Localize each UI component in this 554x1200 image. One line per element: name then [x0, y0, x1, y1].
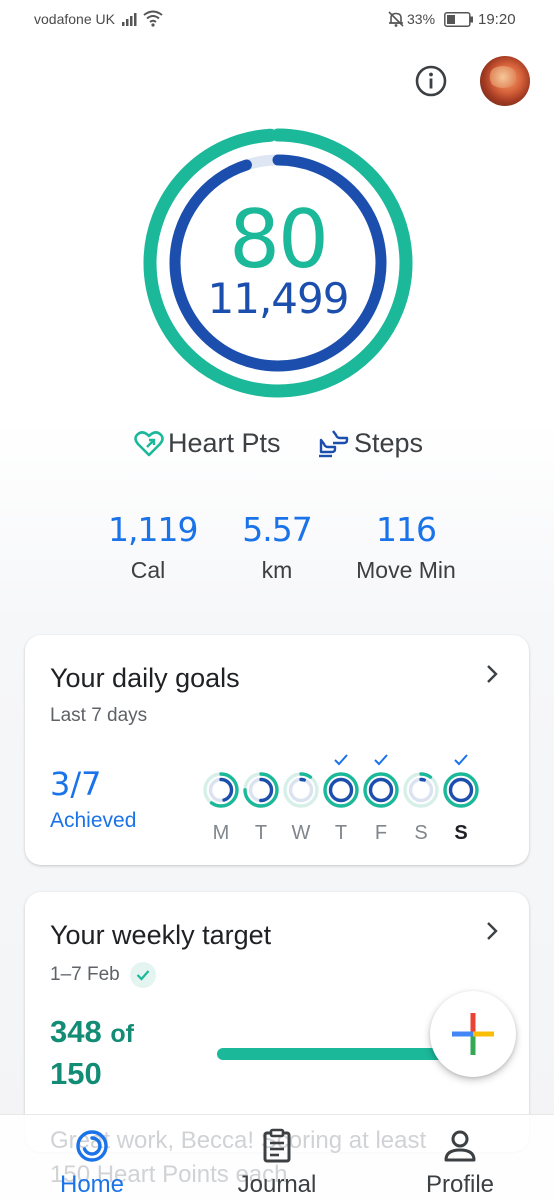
day-goal-ring	[243, 772, 279, 808]
add-activity-button[interactable]	[430, 991, 516, 1077]
nav-label: Journal	[237, 1171, 317, 1198]
goal-day: W	[281, 753, 321, 845]
info-icon[interactable]	[414, 64, 448, 98]
steps-value: 11,499	[207, 274, 350, 323]
goal-day: M	[201, 753, 241, 845]
plus-icon	[452, 1013, 494, 1055]
stat-value: 1,119	[108, 510, 198, 549]
daily-goals-card[interactable]: Your daily goals Last 7 days 3/7 Achieve…	[25, 635, 529, 865]
check-icon	[441, 753, 481, 771]
nav-journal[interactable]: Journal	[217, 1128, 337, 1199]
stat-value: 5.57	[242, 510, 312, 549]
goal-day: S	[401, 753, 441, 845]
weekly-progress-value: 348	[50, 1014, 102, 1049]
day-goal-ring	[443, 772, 479, 808]
card-title: Your weekly target	[50, 920, 272, 950]
legend-label: Heart Pts	[168, 428, 281, 458]
day-letter: T	[254, 822, 268, 844]
day-check-placeholder	[401, 753, 441, 771]
chevron-right-icon[interactable]	[485, 920, 499, 942]
carrier-name: vodafone UK	[34, 11, 115, 27]
nav-home[interactable]: Home	[32, 1128, 152, 1199]
day-goal-ring	[403, 772, 439, 808]
battery-percent: 33%	[407, 11, 436, 27]
status-bar: vodafone UK 33% 19:20	[0, 0, 554, 40]
battery-icon	[444, 12, 473, 27]
legend-steps[interactable]: Steps	[318, 428, 423, 459]
goal-day: F	[361, 753, 401, 845]
day-letter: S	[454, 822, 468, 844]
day-goal-ring	[203, 772, 239, 808]
day-check-placeholder	[281, 753, 321, 771]
legend-label: Steps	[354, 428, 424, 458]
day-letter: S	[414, 822, 428, 844]
chevron-right-icon[interactable]	[485, 663, 499, 685]
stat-value: 116	[376, 510, 437, 549]
day-check-placeholder	[201, 753, 241, 771]
weekly-progress-bar	[217, 1048, 447, 1060]
heart-points-value: 80	[229, 193, 329, 286]
day-letter: W	[291, 822, 311, 844]
week-date-range: 1–7 Feb	[50, 962, 156, 988]
day-goal-ring	[283, 772, 319, 808]
stat-label: km	[261, 557, 293, 583]
day-letter: M	[212, 822, 230, 844]
goals-achieved-label: Achieved	[50, 809, 137, 832]
stat-move-minutes: 116 Move Min	[340, 510, 472, 584]
stat-label: Cal	[130, 557, 166, 583]
nav-label: Profile	[425, 1171, 495, 1198]
ring-legend: Heart Pts Steps	[0, 428, 554, 468]
card-title: Your daily goals	[50, 663, 240, 693]
goal-day: S	[441, 753, 481, 845]
nav-profile[interactable]: Profile	[400, 1128, 520, 1199]
avatar[interactable]	[480, 56, 530, 106]
home-icon	[76, 1130, 108, 1162]
check-icon	[321, 753, 361, 771]
check-icon	[129, 962, 156, 988]
day-goal-ring	[323, 772, 359, 808]
check-icon	[361, 753, 401, 771]
profile-icon	[444, 1130, 476, 1162]
clock: 19:20	[478, 11, 516, 28]
goal-day: T	[241, 753, 281, 845]
wifi-icon	[143, 10, 163, 27]
goals-achieved-count: 3/7	[50, 765, 102, 803]
steps-icon	[319, 429, 349, 457]
stat-distance: 5.57 km	[232, 510, 322, 584]
day-goal-ring	[363, 772, 399, 808]
day-letter: F	[374, 822, 388, 844]
signal-icon	[122, 13, 137, 26]
goal-day: T	[321, 753, 361, 845]
day-check-placeholder	[241, 753, 281, 771]
weekly-target-value: 150	[50, 1056, 102, 1091]
card-subtitle: Last 7 days	[50, 705, 148, 726]
date-range-text: 1–7 Feb	[50, 964, 120, 985]
day-letter: T	[334, 822, 348, 844]
legend-heart-points[interactable]: Heart Pts	[134, 428, 281, 459]
weekly-progress-of: of	[110, 1020, 134, 1048]
nav-label: Home	[59, 1171, 125, 1198]
notifications-muted-icon	[388, 11, 404, 27]
weekly-progress: 348 of 150	[50, 1012, 134, 1093]
journal-icon	[263, 1128, 291, 1163]
stat-calories: 1,119 Cal	[108, 510, 198, 584]
heart-points-icon	[134, 430, 164, 456]
stat-label: Move Min	[356, 557, 456, 583]
